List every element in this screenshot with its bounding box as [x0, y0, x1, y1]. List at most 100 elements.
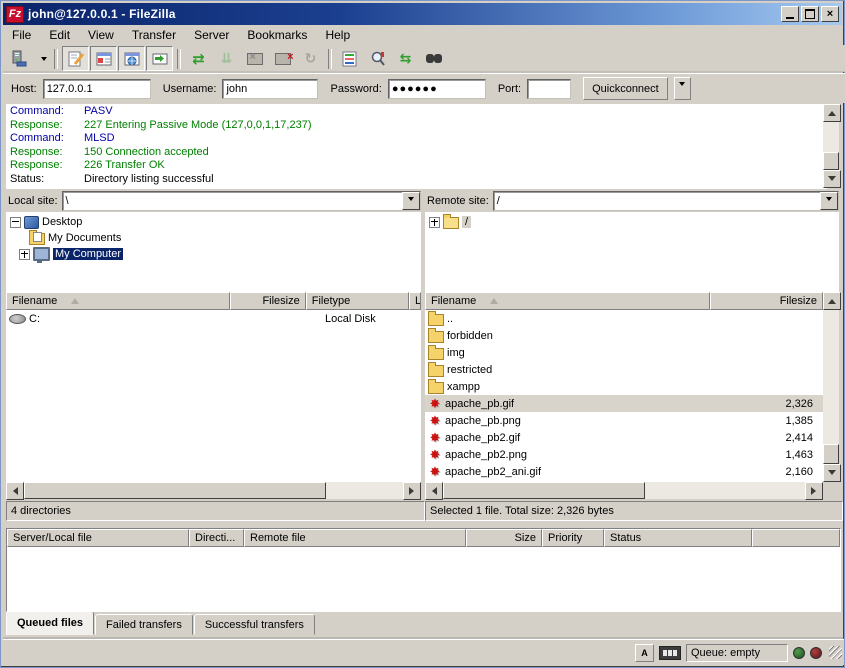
menu-edit[interactable]: Edit	[40, 26, 79, 44]
column-filesize[interactable]: Filesize	[230, 292, 305, 310]
scrollbar-thumb[interactable]	[24, 482, 326, 499]
scroll-right-button[interactable]	[805, 482, 823, 500]
toggle-remote-tree-button[interactable]	[118, 46, 145, 71]
collapse-icon[interactable]	[10, 217, 21, 228]
tree-item-my-computer[interactable]: My Computer	[6, 246, 421, 262]
tree-item-root[interactable]: /	[425, 214, 839, 230]
remote-hscrollbar[interactable]	[425, 482, 823, 499]
column-remote-file[interactable]: Remote file	[244, 529, 466, 547]
local-site-combo[interactable]: \	[62, 191, 421, 211]
triangle-left-icon	[9, 487, 18, 495]
local-file-list[interactable]: C: Local Disk	[6, 310, 421, 482]
file-row[interactable]: img	[425, 344, 823, 361]
file-row-c-drive[interactable]: C: Local Disk	[6, 310, 421, 327]
column-priority[interactable]: Priority	[542, 529, 604, 547]
horizontal-splitter[interactable]	[3, 521, 842, 528]
tab-queued-files[interactable]: Queued files	[6, 611, 94, 635]
toggle-queue-button[interactable]	[146, 46, 173, 71]
transfer-queue-panel[interactable]: Server/Local file Directi... Remote file…	[6, 528, 841, 612]
file-name: apache_pb2_ani.gif	[445, 466, 720, 478]
file-row[interactable]: ✸apache_pb2.png1,463	[425, 446, 823, 463]
file-row[interactable]: forbidden	[425, 327, 823, 344]
column-filename[interactable]: Filename	[6, 292, 230, 310]
scroll-up-button[interactable]	[823, 292, 841, 310]
disconnect-button[interactable]: ×	[269, 46, 296, 71]
tree-item-my-documents[interactable]: My Documents	[6, 230, 421, 246]
tab-failed-transfers[interactable]: Failed transfers	[95, 614, 193, 635]
scroll-down-button[interactable]	[823, 464, 841, 482]
column-status[interactable]: Status	[604, 529, 752, 547]
column-filename[interactable]: Filename	[425, 292, 710, 310]
refresh-button[interactable]: ⇄	[185, 46, 212, 71]
reconnect-button[interactable]: ↻	[297, 46, 324, 71]
chevron-down-icon	[679, 82, 685, 89]
file-row-selected[interactable]: ✸apache_pb.gif2,326	[425, 395, 823, 412]
tree-item-desktop[interactable]: Desktop	[6, 214, 421, 230]
sort-ascending-icon	[71, 298, 79, 304]
menu-server[interactable]: Server	[185, 26, 238, 44]
scroll-down-button[interactable]	[823, 170, 841, 188]
remote-site-combo[interactable]: /	[493, 191, 839, 211]
scrollbar-thumb[interactable]	[823, 152, 839, 170]
scroll-right-button[interactable]	[403, 482, 421, 500]
combo-dropdown-button[interactable]	[820, 192, 838, 210]
transfer-type-indicator-icon[interactable]: A	[635, 644, 654, 662]
scrollbar-thumb[interactable]	[443, 482, 645, 499]
resize-grip[interactable]	[829, 646, 842, 659]
maximize-button[interactable]	[801, 6, 819, 22]
remote-vscrollbar[interactable]	[823, 292, 839, 482]
tab-successful-transfers[interactable]: Successful transfers	[194, 614, 315, 635]
close-button[interactable]: ×	[821, 6, 839, 22]
minimize-button[interactable]	[781, 6, 799, 22]
username-input[interactable]	[222, 79, 318, 99]
message-log[interactable]: Command:PASV Response:227 Entering Passi…	[6, 104, 827, 189]
file-name: img	[447, 347, 720, 359]
column-filesize[interactable]: Filesize	[710, 292, 823, 310]
scroll-up-button[interactable]	[823, 104, 841, 122]
toggle-local-tree-button[interactable]	[90, 46, 117, 71]
column-direction[interactable]: Directi...	[189, 529, 244, 547]
file-row[interactable]: ..	[425, 310, 823, 327]
menu-file[interactable]: File	[3, 26, 40, 44]
scroll-left-button[interactable]	[6, 482, 24, 500]
process-queue-icon: ⇊	[221, 50, 233, 67]
scroll-left-button[interactable]	[425, 482, 443, 500]
menu-bookmarks[interactable]: Bookmarks	[238, 26, 316, 44]
column-last-modified[interactable]: L	[409, 292, 421, 310]
combo-dropdown-button[interactable]	[402, 192, 420, 210]
menu-help[interactable]: Help	[316, 26, 359, 44]
expand-icon[interactable]	[19, 249, 30, 260]
synchronized-browsing-button[interactable]: ⇆	[392, 46, 419, 71]
site-manager-button[interactable]	[7, 46, 50, 71]
title-bar[interactable]: Fz john@127.0.0.1 - FileZilla ×	[3, 3, 842, 25]
file-row[interactable]: ✸apache_pb2.gif2,414	[425, 429, 823, 446]
speed-limits-icon[interactable]	[659, 646, 681, 660]
toggle-message-log-button[interactable]	[62, 46, 89, 71]
quickconnect-button[interactable]: Quickconnect	[583, 77, 668, 100]
menu-transfer[interactable]: Transfer	[123, 26, 185, 44]
file-row[interactable]: ✸apache_pb2_ani.gif2,160	[425, 463, 823, 480]
scrollbar-thumb[interactable]	[823, 444, 839, 464]
file-row[interactable]: ✸apache_pb.png1,385	[425, 412, 823, 429]
process-queue-button[interactable]: ⇊	[213, 46, 240, 71]
port-input[interactable]	[527, 79, 571, 99]
expand-icon[interactable]	[429, 217, 440, 228]
quickconnect-dropdown-button[interactable]	[674, 77, 691, 100]
file-row[interactable]: restricted	[425, 361, 823, 378]
column-filetype[interactable]: Filetype	[306, 292, 409, 310]
remote-tree[interactable]: /	[425, 212, 839, 293]
local-hscrollbar[interactable]	[6, 482, 421, 499]
column-server-local-file[interactable]: Server/Local file	[7, 529, 189, 547]
directory-filter-button[interactable]	[336, 46, 363, 71]
column-size[interactable]: Size	[466, 529, 542, 547]
cancel-operation-button[interactable]: ×	[241, 46, 268, 71]
directory-comparison-button[interactable]	[364, 46, 391, 71]
menu-view[interactable]: View	[79, 26, 123, 44]
find-files-button[interactable]	[420, 46, 447, 71]
remote-file-list[interactable]: .. forbidden img restricted xampp ✸apach…	[425, 310, 823, 482]
file-row[interactable]: xampp	[425, 378, 823, 395]
host-input[interactable]	[43, 79, 151, 99]
password-input[interactable]	[388, 79, 486, 99]
local-tree[interactable]: Desktop My Documents My Computer	[6, 212, 421, 293]
log-scrollbar[interactable]	[823, 104, 839, 188]
